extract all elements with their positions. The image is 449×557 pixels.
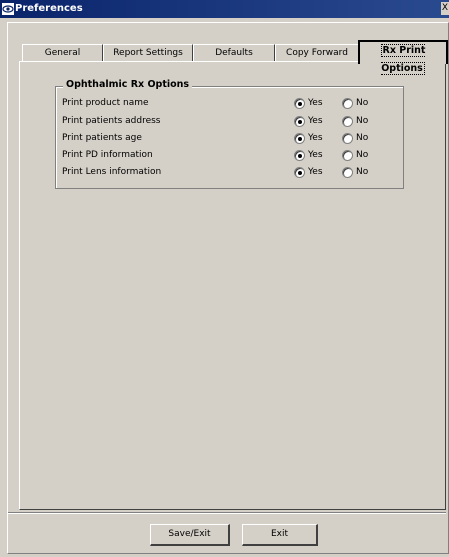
save-exit-button[interactable]: Save/Exit — [150, 524, 230, 546]
option-label-product-name: Print product name — [62, 98, 149, 108]
radio-label-no: No — [356, 116, 369, 126]
radio-label-no: No — [356, 98, 369, 108]
radio-label-yes: Yes — [308, 150, 323, 160]
radio-label-yes: Yes — [308, 116, 323, 126]
radio-patients-age-no[interactable] — [342, 133, 353, 144]
option-label-patients-address: Print patients address — [62, 116, 161, 126]
option-label-patients-age: Print patients age — [62, 133, 142, 143]
radio-pd-information-no[interactable] — [342, 150, 353, 161]
radio-label-no: No — [356, 133, 369, 143]
close-button[interactable]: X — [441, 2, 449, 15]
title-bar: Preferences X — [0, 0, 449, 18]
radio-patients-address-yes[interactable] — [294, 116, 305, 127]
tab-defaults[interactable]: Defaults — [193, 44, 275, 62]
option-label-pd-information: Print PD information — [62, 150, 153, 160]
tab-rx-print-options[interactable]: Rx Print Options — [358, 40, 448, 75]
window-title: Preferences — [15, 3, 83, 14]
tab-rx-print-options-label: Rx Print Options — [380, 44, 426, 75]
footer-divider — [8, 512, 446, 514]
group-title: Ophthalmic Rx Options — [63, 78, 193, 91]
radio-product-name-no[interactable] — [342, 98, 353, 109]
option-label-lens-information: Print Lens information — [62, 167, 162, 177]
radio-label-yes: Yes — [308, 133, 323, 143]
exit-button[interactable]: Exit — [242, 524, 318, 546]
tab-copy-forward[interactable]: Copy Forward — [275, 44, 359, 62]
radio-label-yes: Yes — [308, 98, 323, 108]
radio-product-name-yes[interactable] — [294, 98, 305, 109]
tab-general[interactable]: General — [22, 44, 103, 62]
radio-label-no: No — [356, 150, 369, 160]
radio-patients-address-no[interactable] — [342, 116, 353, 127]
tab-report-settings[interactable]: Report Settings — [103, 44, 193, 62]
radio-label-yes: Yes — [308, 167, 323, 177]
radio-patients-age-yes[interactable] — [294, 133, 305, 144]
app-eye-icon — [2, 3, 14, 15]
radio-lens-information-no[interactable] — [342, 167, 353, 178]
radio-label-no: No — [356, 167, 369, 177]
radio-pd-information-yes[interactable] — [294, 150, 305, 161]
radio-lens-information-yes[interactable] — [294, 167, 305, 178]
